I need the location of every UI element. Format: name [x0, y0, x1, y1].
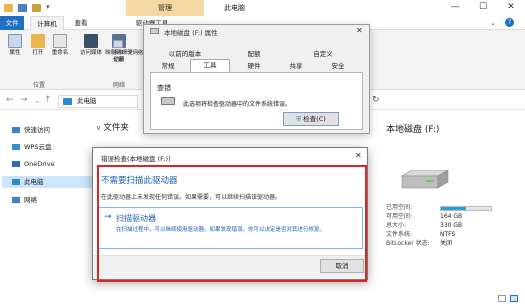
window-title: 此电脑: [224, 4, 245, 12]
onedrive-icon: [12, 161, 20, 167]
checklist-icon: [8, 34, 22, 48]
tab-quota[interactable]: 配额: [226, 49, 282, 60]
error-check-close-button[interactable]: ✕: [355, 151, 362, 160]
tab-sharing[interactable]: 共享: [278, 61, 314, 72]
details-title: 本地磁盘 (F:): [386, 125, 440, 135]
prop-used-label: 已用空间:: [386, 204, 413, 211]
tab-general[interactable]: 常规: [150, 61, 186, 72]
rename-icon: [53, 34, 67, 48]
error-check-title: 错误检查(本地磁盘 (F:)): [101, 155, 171, 163]
nav-label: OneDrive: [24, 160, 55, 168]
open-label: 打开: [32, 50, 44, 56]
chevron-down-icon[interactable]: ▾: [46, 3, 50, 11]
error-check-desc: 此选项将检查驱动器中的文件系统错误。: [183, 101, 292, 108]
nav-this-pc[interactable]: 此电脑: [2, 176, 92, 188]
usage-bar-fill: [441, 207, 466, 210]
properties-close-button[interactable]: ✕: [356, 26, 363, 35]
section-error-check: 查错: [157, 84, 171, 92]
drive-icon: [150, 28, 159, 34]
folder-icon[interactable]: [4, 4, 13, 12]
tab-tools[interactable]: 工具: [190, 59, 230, 72]
properties-panel: 查错 此选项将检查驱动器中的文件系统错误。 ⛨ 检查(C): [150, 72, 363, 130]
refresh-icon[interactable]: ↻: [372, 95, 380, 105]
nav-quick-access[interactable]: 快速访问: [12, 124, 50, 136]
tab-file[interactable]: 文件: [0, 16, 24, 30]
prop-fs-value: NTFS: [440, 231, 456, 238]
add-network-location-button[interactable]: 添加一个网络位置: [113, 40, 143, 64]
open-folder-icon: [31, 34, 45, 48]
pc-icon: [63, 98, 72, 105]
access-media-button[interactable]: 访问媒体: [78, 34, 104, 57]
nav-label: 此电脑: [24, 178, 44, 186]
properties-title: 本地磁盘 (F:) 属性: [164, 29, 218, 37]
tab-security[interactable]: 安全: [318, 61, 358, 72]
new-folder-icon[interactable]: [32, 4, 41, 12]
recent-icon[interactable]: ⌄: [34, 97, 40, 105]
usage-bar: [440, 206, 492, 211]
prop-total-value: 330 GB: [440, 222, 463, 229]
nav-label: WPS云盘: [24, 143, 52, 151]
nav-wps-cloud[interactable]: WPS云盘: [12, 141, 51, 153]
rename-button[interactable]: 重命名: [48, 34, 72, 57]
prop-free-label: 可用空间:: [386, 213, 413, 220]
network-icon: [12, 197, 20, 203]
properties-label: 属性: [9, 50, 21, 56]
media-icon: [84, 34, 98, 48]
nav-label: 快速访问: [24, 126, 50, 134]
prop-fs-label: 文件系统:: [386, 231, 413, 238]
expand-ribbon-icon[interactable]: ⌄: [490, 19, 496, 27]
address-input[interactable]: 此电脑: [58, 95, 138, 108]
pc-icon: [12, 179, 20, 185]
prop-free-value: 164 GB: [440, 213, 463, 220]
properties-dialog: 本地磁盘 (F:) 属性 ✕ 以前的版本 配额 自定义 常规 工具 硬件 共享 …: [143, 24, 370, 134]
network-location-icon: [113, 40, 123, 48]
cloud-icon: [12, 144, 20, 150]
tab-view[interactable]: 查看: [68, 16, 94, 30]
hard-drive-icon: [400, 169, 450, 190]
tab-hardware[interactable]: 硬件: [234, 61, 274, 72]
maximize-button[interactable]: ☐: [469, 0, 497, 16]
nav-label: 网络: [24, 196, 37, 204]
open-button[interactable]: 打开: [28, 34, 48, 57]
properties-button[interactable]: 属性: [4, 34, 26, 57]
close-button[interactable]: ✕: [497, 0, 525, 16]
prop-total-label: 总大小:: [386, 222, 407, 229]
up-icon[interactable]: ↑: [44, 95, 52, 105]
details-view-icon[interactable]: [498, 295, 506, 302]
manage-tab[interactable]: 管理: [126, 0, 204, 16]
prop-bitlocker-label: BitLocker 状态:: [386, 240, 430, 247]
minimize-button[interactable]: —: [441, 0, 469, 16]
rename-label: 重命名: [51, 50, 69, 56]
access-media-label: 访问媒体: [79, 50, 102, 56]
nav-onedrive[interactable]: OneDrive: [12, 158, 55, 170]
tab-computer[interactable]: 计算机: [30, 16, 64, 30]
group-location: 位置: [32, 82, 45, 89]
tiles-view-icon[interactable]: [510, 295, 518, 302]
tab-customize[interactable]: 自定义: [290, 49, 356, 60]
highlight-frame: [97, 165, 367, 282]
forward-icon[interactable]: →: [20, 95, 28, 105]
group-network: 网络: [112, 82, 125, 89]
nav-network[interactable]: 网络: [12, 194, 37, 206]
check-button[interactable]: ⛨ 检查(C): [283, 112, 339, 126]
prop-bitlocker-value: 关闭: [440, 240, 453, 247]
back-icon[interactable]: ←: [6, 95, 14, 105]
add-network-location-label: 添加一个网络位置: [113, 50, 144, 63]
save-icon[interactable]: [18, 4, 27, 12]
folders-header[interactable]: ∨ 文件夹: [96, 121, 129, 133]
help-icon[interactable]: ?: [505, 18, 514, 27]
address-path: 此电脑: [77, 97, 97, 105]
star-icon: [12, 127, 20, 133]
drive-icon: [161, 97, 175, 105]
